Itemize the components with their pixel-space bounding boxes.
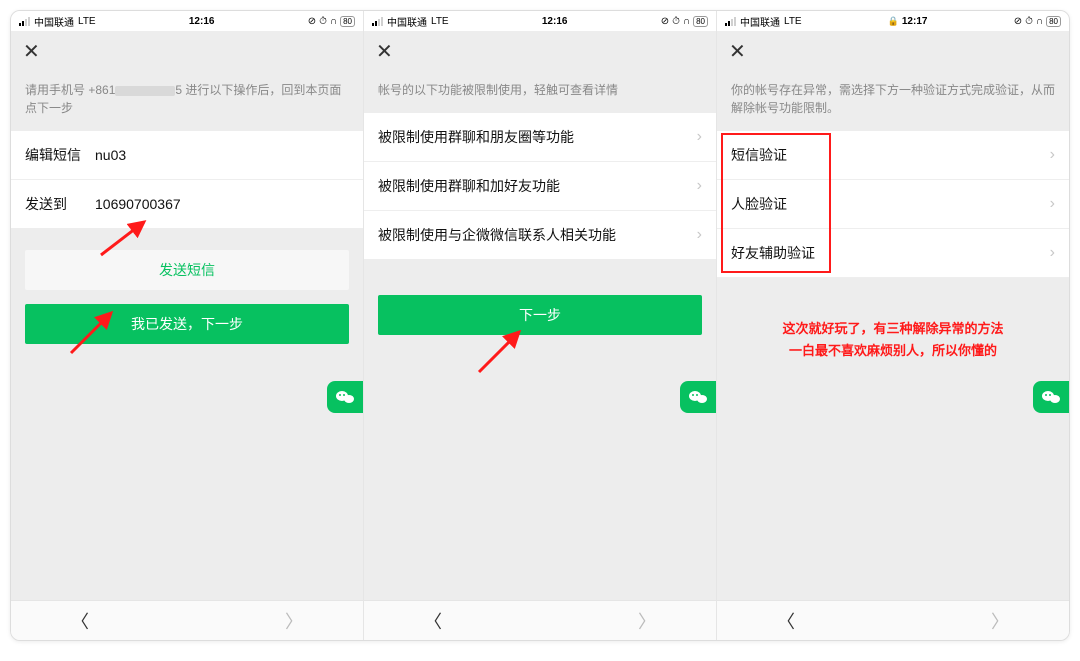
wechat-float-icon[interactable] bbox=[327, 381, 363, 413]
sms-info-list: 编辑短信 nu03 发送到 10690700367 bbox=[11, 131, 363, 228]
alarm-icon: ⏱ bbox=[319, 16, 327, 27]
battery-icon: 80 bbox=[1046, 16, 1061, 27]
nav-bar: ✕ bbox=[717, 31, 1069, 71]
chevron-right-icon: › bbox=[697, 226, 702, 244]
clock: 12:16 bbox=[542, 16, 568, 27]
row-label: 发送到 bbox=[25, 194, 95, 214]
status-bar: 中国联通 LTE 12:16 ⊘ ⏱ ∩ 80 bbox=[11, 11, 363, 31]
close-icon[interactable]: ✕ bbox=[729, 39, 746, 64]
restriction-list: 被限制使用群聊和朋友圈等功能 › 被限制使用群聊和加好友功能 › 被限制使用与企… bbox=[364, 113, 716, 259]
item-label: 人脸验证 bbox=[731, 194, 787, 214]
chevron-right-icon: › bbox=[697, 128, 702, 146]
item-label: 短信验证 bbox=[731, 145, 787, 165]
network-label: LTE bbox=[431, 16, 449, 27]
restriction-item[interactable]: 被限制使用与企微微信联系人相关功能 › bbox=[364, 211, 716, 259]
screen-restrictions: 中国联通 LTE 12:16 ⊘ ⏱ ∩ 80 ✕ 帐号的以下功能被限制使用，轻… bbox=[364, 11, 717, 640]
chevron-right-icon: › bbox=[1050, 195, 1055, 213]
headphone-icon: ∩ bbox=[1036, 16, 1043, 27]
carrier-label: 中国联通 bbox=[34, 14, 74, 29]
status-bar: 中国联通 LTE 12:16 ⊘ ⏱ ∩ 80 bbox=[364, 11, 716, 31]
alarm-icon: ⏱ bbox=[1025, 16, 1033, 27]
alarm-icon: ⏱ bbox=[672, 16, 680, 27]
item-label: 被限制使用群聊和朋友圈等功能 bbox=[378, 127, 574, 147]
instruction-text: 帐号的以下功能被限制使用，轻触可查看详情 bbox=[364, 71, 716, 113]
close-icon[interactable]: ✕ bbox=[376, 39, 393, 64]
browser-nav: 〈 〉 bbox=[11, 600, 363, 640]
rotation-lock-icon: ⊘ bbox=[661, 16, 669, 27]
browser-nav: 〈 〉 bbox=[717, 600, 1069, 640]
battery-icon: 80 bbox=[693, 16, 708, 27]
instruction-text: 请用手机号 +8615 进行以下操作后，回到本页面点下一步 bbox=[11, 71, 363, 131]
browser-nav: 〈 〉 bbox=[364, 600, 716, 640]
wechat-float-icon[interactable] bbox=[1033, 381, 1069, 413]
headphone-icon: ∩ bbox=[330, 16, 337, 27]
row-send-to: 发送到 10690700367 bbox=[11, 180, 363, 228]
nav-bar: ✕ bbox=[11, 31, 363, 71]
network-label: LTE bbox=[784, 16, 802, 27]
carrier-label: 中国联通 bbox=[740, 14, 780, 29]
screen-sms-verify: 中国联通 LTE 12:16 ⊘ ⏱ ∩ 80 ✕ 请用手机号 +8615 进行… bbox=[11, 11, 364, 640]
verify-friend[interactable]: 好友辅助验证 › bbox=[717, 229, 1069, 278]
chevron-right-icon: › bbox=[1050, 146, 1055, 164]
send-sms-button[interactable]: 发送短信 bbox=[25, 250, 349, 290]
rotation-lock-icon: ⊘ bbox=[1014, 16, 1022, 27]
network-label: LTE bbox=[78, 16, 96, 27]
next-step-button[interactable]: 我已发送，下一步 bbox=[25, 304, 349, 344]
rotation-lock-icon: ⊘ bbox=[308, 16, 316, 27]
masked-phone bbox=[115, 86, 175, 96]
back-icon[interactable]: 〈 bbox=[71, 608, 89, 634]
restriction-item[interactable]: 被限制使用群聊和加好友功能 › bbox=[364, 162, 716, 211]
forward-icon[interactable]: 〉 bbox=[638, 608, 656, 634]
item-label: 被限制使用群聊和加好友功能 bbox=[378, 176, 560, 196]
chevron-right-icon: › bbox=[697, 177, 702, 195]
next-step-button[interactable]: 下一步 bbox=[378, 295, 702, 335]
clock: 🔒 12:17 bbox=[888, 16, 928, 27]
status-bar: 中国联通 LTE 🔒 12:17 ⊘ ⏱ ∩ 80 bbox=[717, 11, 1069, 31]
back-icon[interactable]: 〈 bbox=[777, 608, 795, 634]
signal-icon bbox=[372, 17, 383, 26]
forward-icon[interactable]: 〉 bbox=[991, 608, 1009, 634]
item-label: 好友辅助验证 bbox=[731, 243, 815, 263]
verify-method-list: 短信验证 › 人脸验证 › 好友辅助验证 › bbox=[717, 131, 1069, 278]
annotation-text: 这次就好玩了，有三种解除异常的方法 一白最不喜欢麻烦别人，所以你懂的 bbox=[717, 278, 1069, 362]
verify-sms[interactable]: 短信验证 › bbox=[717, 131, 1069, 180]
row-label: 编辑短信 bbox=[25, 145, 95, 165]
battery-icon: 80 bbox=[340, 16, 355, 27]
item-label: 被限制使用与企微微信联系人相关功能 bbox=[378, 225, 616, 245]
back-icon[interactable]: 〈 bbox=[424, 608, 442, 634]
nav-bar: ✕ bbox=[364, 31, 716, 71]
chevron-right-icon: › bbox=[1050, 244, 1055, 262]
headphone-icon: ∩ bbox=[683, 16, 690, 27]
clock: 12:16 bbox=[189, 16, 215, 27]
verify-face[interactable]: 人脸验证 › bbox=[717, 180, 1069, 229]
signal-icon bbox=[19, 17, 30, 26]
row-edit-sms: 编辑短信 nu03 bbox=[11, 131, 363, 180]
screen-verify-methods: 中国联通 LTE 🔒 12:17 ⊘ ⏱ ∩ 80 ✕ 你的帐号存在异常，需选择… bbox=[717, 11, 1069, 640]
row-value: 10690700367 bbox=[95, 196, 181, 212]
instruction-text: 你的帐号存在异常，需选择下方一种验证方式完成验证，从而解除帐号功能限制。 bbox=[717, 71, 1069, 131]
lock-icon: 🔒 bbox=[888, 16, 899, 26]
signal-icon bbox=[725, 17, 736, 26]
carrier-label: 中国联通 bbox=[387, 14, 427, 29]
wechat-float-icon[interactable] bbox=[680, 381, 716, 413]
restriction-item[interactable]: 被限制使用群聊和朋友圈等功能 › bbox=[364, 113, 716, 162]
close-icon[interactable]: ✕ bbox=[23, 39, 40, 64]
forward-icon[interactable]: 〉 bbox=[285, 608, 303, 634]
row-value: nu03 bbox=[95, 147, 126, 163]
